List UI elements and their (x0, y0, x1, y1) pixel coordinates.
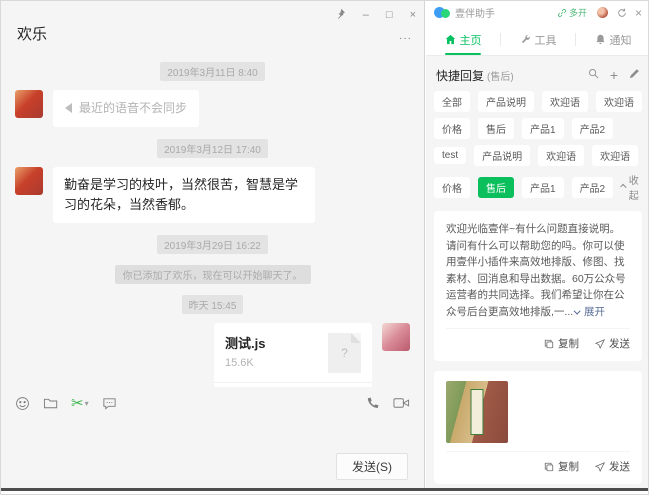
minimize-button[interactable]: – (363, 10, 369, 21)
friend-avatar[interactable] (15, 167, 43, 195)
tag-filter-grid: 全部 产品说明 欢迎语 欢迎语 价格 售后 产品1 产品2 test 产品说明 … (434, 91, 642, 202)
message-row-text: 勤奋是学习的枝叶，当然很苦，智慧是学习的花朵，当然香郁。 (1, 167, 424, 223)
multi-open-button[interactable]: 多开 (557, 6, 587, 19)
app-logo-icon (434, 7, 451, 18)
file-message-card[interactable]: 测试.js 15.6K ? 微信电脑版 (214, 323, 372, 387)
screenshot-frame: 欢乐 – □ × ··· 2019年3月11日 8:40 最近的语音不会同步 2 (0, 0, 649, 495)
send-reply-button[interactable]: 发送 (595, 459, 630, 474)
copy-button[interactable]: 复制 (544, 459, 579, 474)
quick-reply-title: 快捷回复 (436, 67, 484, 84)
bell-icon (595, 34, 606, 45)
reply-card-text: 欢迎光临壹伴~有什么问题直接说明。请问有什么可以帮助您的吗。你可以使用壹伴小插件… (434, 211, 642, 361)
timestamp: 2019年3月11日 8:40 (160, 62, 264, 81)
pin-icon[interactable] (335, 8, 346, 22)
tab-tools[interactable]: 工具 (501, 24, 575, 55)
message-row-file: 测试.js 15.6K ? 微信电脑版 (1, 323, 424, 387)
timestamp: 2019年3月29日 16:22 (157, 235, 268, 254)
tag-product2[interactable]: 产品2 (572, 118, 614, 139)
chat-header: 欢乐 – □ × ··· (1, 1, 424, 55)
tag-product1[interactable]: 产品1 (522, 177, 564, 198)
tab-home[interactable]: 主页 (426, 24, 500, 55)
quick-reply-header: 快捷回复 (售后) + (436, 66, 640, 84)
screenshot-scissors-icon[interactable]: ✂▾ (71, 394, 89, 412)
video-call-icon[interactable] (393, 396, 410, 410)
scissors-dropdown-caret[interactable]: ▾ (85, 399, 89, 408)
search-icon[interactable] (588, 66, 599, 84)
window-controls: – □ × (335, 8, 416, 22)
copy-button[interactable]: 复制 (544, 336, 579, 351)
voice-call-icon[interactable] (365, 396, 380, 411)
send-button[interactable]: 发送(S) (336, 453, 408, 480)
tag-welcome[interactable]: 欢迎语 (596, 91, 642, 112)
emoji-icon[interactable] (15, 396, 30, 411)
tag-aftersales[interactable]: 售后 (478, 118, 514, 139)
tag-product1[interactable]: 产品1 (522, 118, 564, 139)
collapse-tags-button[interactable]: 收起 (621, 172, 642, 202)
home-icon (445, 34, 456, 45)
screenshot-bottom-border (1, 488, 648, 491)
reply-card-image: 复制 发送 (434, 371, 642, 484)
text-message-bubble: 勤奋是学习的枝叶，当然很苦，智慧是学习的花朵，当然香郁。 (53, 167, 315, 223)
voice-message-text: 最近的语音不会同步 (79, 99, 187, 118)
tag-test[interactable]: test (434, 147, 466, 164)
user-avatar[interactable] (597, 7, 608, 18)
tag-welcome[interactable]: 欢迎语 (592, 145, 638, 166)
expand-link[interactable]: 展开 (576, 306, 605, 318)
file-name: 测试.js (225, 333, 328, 352)
panel-tab-bar: 主页 工具 通知 (426, 24, 649, 56)
tag-all[interactable]: 全部 (434, 91, 470, 112)
chat-menu-button[interactable]: ··· (399, 33, 412, 44)
voice-message-bubble[interactable]: 最近的语音不会同步 (53, 90, 199, 127)
chat-message-list: 2019年3月11日 8:40 最近的语音不会同步 2019年3月12日 17:… (1, 55, 424, 387)
chat-history-icon[interactable] (102, 396, 117, 411)
tab-notifications[interactable]: 通知 (576, 24, 649, 55)
file-type-icon: ? (328, 333, 361, 373)
link-icon (557, 8, 567, 18)
assistant-panel: 壹伴助手 多开 × 主页 工具 (426, 1, 649, 488)
chat-window: 欢乐 – □ × ··· 2019年3月11日 8:40 最近的语音不会同步 2 (1, 1, 425, 488)
copy-icon (544, 462, 554, 472)
tag-welcome[interactable]: 欢迎语 (538, 145, 584, 166)
reply-card-body: 欢迎光临壹伴~有什么问题直接说明。请问有什么可以帮助您的吗。你可以使用壹伴小插件… (446, 223, 626, 318)
quick-reply-section: 快捷回复 (售后) + 全部 产品说明 欢迎语 (426, 57, 649, 488)
tag-price[interactable]: 价格 (434, 177, 470, 198)
system-message: 你已添加了欢乐，现在可以开始聊天了。 (115, 265, 311, 284)
tag-welcome[interactable]: 欢迎语 (542, 91, 588, 112)
reply-image-thumbnail[interactable] (446, 381, 508, 443)
tag-product-desc[interactable]: 产品说明 (478, 91, 534, 112)
chevron-down-icon (574, 307, 581, 314)
maximize-button[interactable]: □ (386, 10, 393, 21)
close-button[interactable]: × (410, 10, 416, 21)
copy-icon (544, 339, 554, 349)
friend-avatar[interactable] (15, 90, 43, 118)
file-folder-icon[interactable] (43, 396, 58, 411)
chevron-up-icon (621, 183, 627, 189)
voice-play-icon (65, 103, 72, 113)
input-toolbar: ✂▾ (1, 387, 424, 412)
app-name: 壹伴助手 (455, 5, 495, 20)
send-icon (595, 462, 605, 472)
timestamp: 昨天 15:45 (182, 295, 244, 314)
tag-product2[interactable]: 产品2 (572, 177, 614, 198)
wrench-icon (520, 34, 531, 45)
send-icon (595, 339, 605, 349)
chat-title: 欢乐 (17, 23, 47, 44)
tag-aftersales-active[interactable]: 售后 (478, 177, 514, 198)
timestamp: 2019年3月12日 17:40 (157, 139, 268, 158)
edit-pencil-icon[interactable] (629, 66, 640, 84)
quick-reply-scope: (售后) (487, 68, 514, 83)
add-reply-icon[interactable]: + (610, 68, 618, 82)
tag-product-desc[interactable]: 产品说明 (474, 145, 530, 166)
panel-close-button[interactable]: × (635, 7, 642, 19)
self-avatar[interactable] (382, 323, 410, 351)
tag-price[interactable]: 价格 (434, 118, 470, 139)
message-row-voice: 最近的语音不会同步 (1, 90, 424, 127)
refresh-icon[interactable] (617, 8, 627, 18)
send-reply-button[interactable]: 发送 (595, 336, 630, 351)
panel-header: 壹伴助手 多开 × (426, 1, 649, 24)
file-size: 15.6K (225, 357, 328, 369)
chat-input-area: ✂▾ 发送(S) (1, 387, 424, 488)
